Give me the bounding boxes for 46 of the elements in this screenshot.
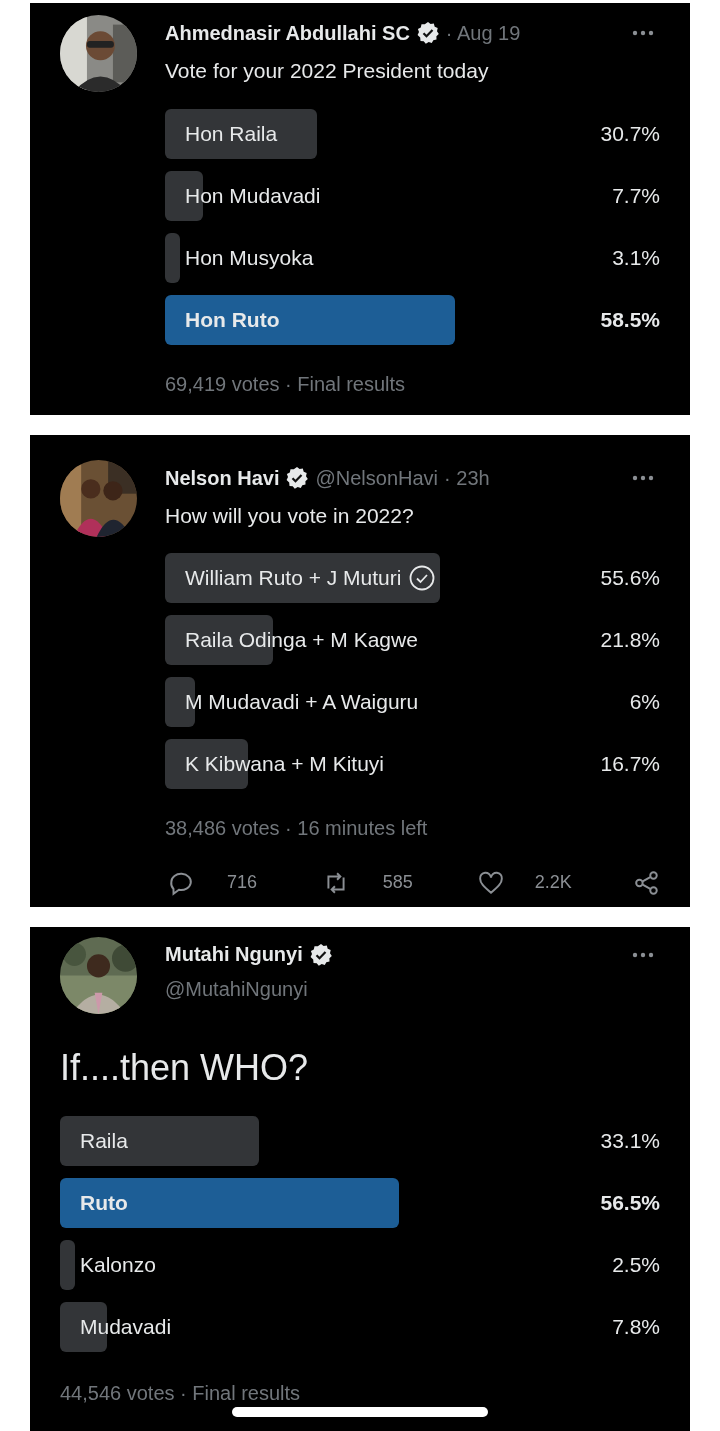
like-button[interactable]: 2.2K	[478, 869, 589, 896]
author-name[interactable]: Ahmednasir Abdullahi SC	[165, 21, 410, 45]
option-percent: 6%	[629, 689, 660, 714]
heart-icon	[478, 869, 505, 896]
author-name[interactable]: Nelson Havi	[165, 466, 280, 490]
option-percent: 30.7%	[600, 122, 660, 147]
more-icon[interactable]	[632, 951, 654, 958]
option-label: William Ruto + J Muturi	[185, 565, 402, 590]
option-label: Hon Raila	[185, 122, 278, 147]
tweet-text: Vote for your 2022 President today	[165, 58, 490, 84]
option-label: Kalonzo	[80, 1253, 156, 1278]
option-label: Raila Odinga + M Kagwe	[185, 627, 418, 652]
option-label: Ruto	[80, 1191, 128, 1216]
option-percent: 56.5%	[600, 1191, 660, 1216]
author-handle[interactable]: @MutahiNgunyi	[165, 978, 308, 1002]
option-label: Mudavadi	[80, 1315, 172, 1340]
option-percent: 3.1%	[612, 246, 660, 271]
option-percent: 55.6%	[600, 565, 660, 590]
retweet-button[interactable]: 585	[322, 869, 433, 896]
author-name[interactable]: Mutahi Ngunyi	[165, 943, 303, 967]
option-percent: 7.8%	[612, 1315, 660, 1340]
tweet-text: If....then WHO?	[60, 1045, 310, 1090]
option-label: Hon Musyoka	[185, 246, 314, 271]
timestamp: · 23h	[444, 466, 490, 490]
timestamp: · Aug 19	[445, 21, 521, 45]
tweet-text: How will you vote in 2022?	[165, 503, 415, 530]
poll-summary: 69,419 votes · Final results	[165, 372, 407, 398]
option-label: K Kibwana + M Kituyi	[185, 751, 384, 776]
poll-summary: 44,546 votes · Final results	[60, 1381, 302, 1407]
more-icon[interactable]	[632, 475, 654, 482]
poll-summary: 38,486 votes · 16 minutes left	[165, 815, 429, 841]
option-percent: 58.5%	[600, 308, 660, 333]
option-percent: 2.5%	[612, 1253, 660, 1278]
option-label: Hon Mudavadi	[185, 184, 321, 209]
option-label: M Mudavadi + A Waiguru	[185, 689, 419, 714]
option-label: Hon Ruto	[185, 308, 280, 333]
reply-button[interactable]: 716	[167, 869, 277, 896]
author-handle[interactable]: @NelsonHavi	[315, 466, 439, 490]
share-icon	[633, 869, 660, 896]
option-percent: 33.1%	[600, 1129, 660, 1154]
share-button[interactable]	[633, 869, 660, 896]
option-label: Raila	[80, 1129, 128, 1154]
option-percent: 16.7%	[600, 751, 660, 776]
option-percent: 21.8%	[600, 627, 660, 652]
more-icon[interactable]	[632, 30, 654, 36]
option-percent: 7.7%	[612, 184, 660, 209]
